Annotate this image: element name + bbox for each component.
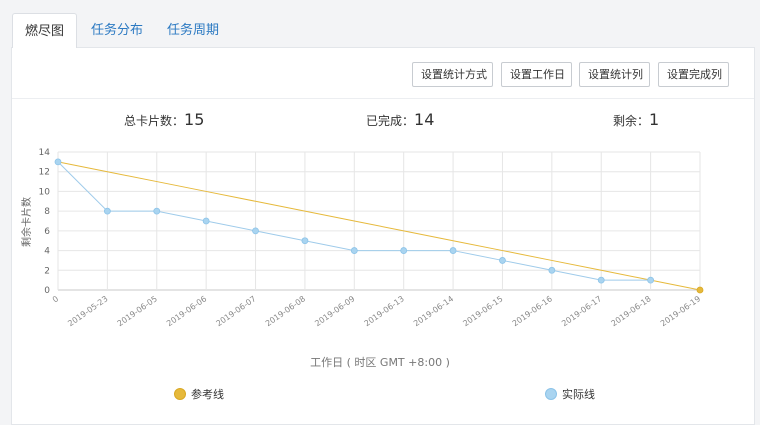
x-tick-label: 2019-06-15 [461, 294, 504, 328]
actual-point [499, 257, 506, 264]
actual-point [252, 227, 259, 235]
x-tick-label: 2019-06-14 [412, 294, 455, 328]
x-tick-label: 2019-06-16 [511, 294, 554, 328]
actual-point [449, 247, 457, 254]
legend-label-actual: 实际线 [562, 387, 595, 401]
burndown-chart: 02468101214 0 2019-05-23 2019-06-05 2019-06… [20, 148, 704, 401]
actual-point [103, 207, 111, 215]
actual-point [54, 158, 62, 166]
legend-swatch-actual [545, 388, 557, 400]
actual-point [350, 247, 358, 254]
actual-point [202, 217, 210, 225]
actual-point [548, 266, 556, 274]
actual-point [400, 247, 408, 254]
x-tick-label: 2019-06-18 [610, 294, 653, 328]
legend-item-reference: 参考线 [174, 387, 224, 401]
x-tick-label: 2019-06-06 [165, 294, 208, 328]
y-tick-label: 6 [44, 227, 50, 237]
y-tick-label: 10 [39, 187, 51, 197]
x-tick-label: 2019-05-23 [66, 294, 109, 328]
legend-swatch-reference [174, 388, 186, 400]
x-tick-labels: 0 2019-05-23 2019-06-05 2019-06-06 2019-06-0… [51, 294, 702, 328]
x-tick-label: 2019-06-07 [214, 294, 257, 328]
y-tick-label: 8 [44, 207, 50, 217]
actual-point [153, 207, 161, 215]
y-tick-label: 14 [39, 148, 51, 158]
x-tick-label: 2019-06-05 [116, 294, 159, 328]
y-tick-label: 4 [44, 247, 50, 257]
chart-legend: 参考线 实际线 [174, 387, 595, 401]
y-tick-labels: 0 2 4 6 8 10 12 14 [39, 148, 51, 296]
y-tick-label: 2 [44, 266, 50, 276]
reference-point [696, 286, 704, 294]
legend-item-actual: 实际线 [545, 387, 595, 401]
x-tick-label: 2019-06-09 [313, 294, 356, 328]
actual-point [301, 237, 309, 245]
legend-label-reference: 参考线 [191, 387, 224, 401]
y-tick-label: 0 [44, 286, 50, 296]
actual-point [647, 276, 655, 284]
actual-point [597, 276, 605, 284]
x-tick-label: 2019-06-13 [363, 294, 406, 328]
x-tick-label: 0 [51, 294, 60, 304]
x-axis-label: 工作日 ( 时区 GMT +8:00 ) [310, 356, 450, 369]
y-axis-label: 剩余卡片数 [20, 197, 33, 247]
tab-burndown[interactable]: 燃尽图 [12, 13, 78, 48]
x-tick-label: 2019-06-19 [659, 294, 702, 328]
x-tick-label: 2019-06-17 [560, 294, 603, 328]
y-tick-label: 12 [39, 168, 50, 178]
chart-grid [57, 151, 701, 291]
x-tick-label: 2019-06-08 [264, 294, 307, 328]
chart-series [54, 158, 704, 294]
